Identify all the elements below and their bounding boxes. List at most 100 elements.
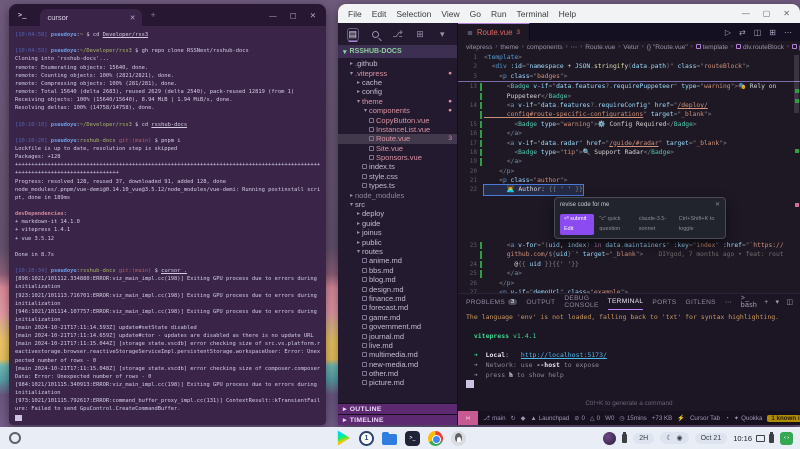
battery-time-pill[interactable]: 2H <box>633 433 654 444</box>
errors[interactable]: ⊘0 <box>574 415 585 422</box>
tree-item-journal-md[interactable]: journal.md <box>338 331 457 340</box>
breadcrumb-item[interactable]: {} "Route.vue" <box>647 44 688 51</box>
menu-view[interactable]: View <box>441 9 459 19</box>
editor-scrollbar[interactable] <box>793 53 800 293</box>
inline-ai-widget[interactable]: revise code for me✕⏎ submit Edit"c" quic… <box>554 197 726 239</box>
tree-item-anime-md[interactable]: anime.md <box>338 256 457 265</box>
tree-item-bbs-md[interactable]: bbs.md <box>338 266 457 275</box>
time-tracker[interactable]: ◷15mins <box>619 415 646 422</box>
tree-item-style-css[interactable]: style.css <box>338 172 457 181</box>
terminal-tab[interactable]: cursor ✕ <box>40 9 142 26</box>
breadcrumb-item[interactable]: components <box>527 44 563 51</box>
panel-tab-output[interactable]: OUTPUT <box>526 294 555 310</box>
search-icon[interactable] <box>370 28 381 41</box>
w0-indicator[interactable]: W0 <box>605 415 614 422</box>
chevron-down-icon[interactable]: ▾ <box>437 28 448 41</box>
tree-item-public[interactable]: ▸public <box>338 237 457 246</box>
remote-indicator[interactable]: ›‹ <box>458 411 478 425</box>
gitlens-icon[interactable]: ◆ <box>521 415 526 422</box>
menu-help[interactable]: Help <box>559 9 576 19</box>
split-terminal-icon[interactable]: ◫ <box>786 298 793 306</box>
menu-file[interactable]: File <box>348 9 362 19</box>
usage-icon[interactable]: ◔ <box>725 415 729 422</box>
workspace-root[interactable]: ▾ RSSHUB-DOCS <box>338 45 457 58</box>
git-branch[interactable]: ⎇main <box>483 415 506 422</box>
tree-item-finance-md[interactable]: finance.md <box>338 294 457 303</box>
app-one-password-icon[interactable]: 1 <box>359 431 374 446</box>
close-icon[interactable]: ✕ <box>310 11 316 20</box>
tree-item-types-ts[interactable]: types.ts <box>338 181 457 190</box>
terminal-dropdown-icon[interactable]: ▾ <box>776 298 780 306</box>
menu-selection[interactable]: Selection <box>396 9 431 19</box>
menu-edit[interactable]: Edit <box>372 9 387 19</box>
breadcrumb[interactable]: vitepress›theme›components›⋯›Route.vue›V… <box>458 41 800 53</box>
tree-item-picture-md[interactable]: picture.md <box>338 378 457 387</box>
tree-item-config[interactable]: ▸config <box>338 87 457 96</box>
shell-selector[interactable]: >_ bash <box>741 295 757 309</box>
tree-item-site-vue[interactable]: Site.vue <box>338 144 457 153</box>
app-linux-icon[interactable] <box>451 431 466 446</box>
sync-icon[interactable]: ↻ <box>511 415 516 422</box>
panel-tab-gitlens[interactable]: GITLENS <box>686 294 716 310</box>
ai-prompt-input[interactable]: revise code for me <box>560 201 609 210</box>
tree-item-node-modules[interactable]: ▸node_modules <box>338 190 457 199</box>
known-issue-badge[interactable]: 1 known issue <box>767 415 800 422</box>
tree-item-sponsors-vue[interactable]: Sponsors.vue <box>338 153 457 162</box>
minimize-icon[interactable]: — <box>269 11 277 20</box>
tree-item-guide[interactable]: ▸guide <box>338 219 457 228</box>
cursor-tab[interactable]: Cursor Tab <box>690 415 720 422</box>
open-preview-icon[interactable]: ◫ <box>754 28 762 37</box>
menu-go[interactable]: Go <box>470 9 481 19</box>
code-editor[interactable]: 1<template>2 <div :id="namespace + JSON.… <box>458 53 800 293</box>
zap-icon[interactable]: ⚡ <box>677 414 685 422</box>
model-label[interactable]: claude-3.5-sonnet <box>639 215 674 234</box>
breadcrumb-item[interactable]: div.routeBlock <box>736 44 784 51</box>
minimize-icon[interactable]: — <box>742 9 750 18</box>
breadcrumb-item[interactable]: template <box>696 44 728 51</box>
system-tray[interactable]: 2H ☾◉ Oct 21 10:16 ‹› <box>603 432 793 445</box>
tree-item-deploy[interactable]: ▸deploy <box>338 209 457 218</box>
launcher-button[interactable] <box>9 432 21 444</box>
close-icon[interactable]: ✕ <box>715 201 720 210</box>
menu-terminal[interactable]: Terminal <box>517 9 549 19</box>
date-pill[interactable]: Oct 21 <box>695 433 728 444</box>
avatar[interactable] <box>603 432 616 445</box>
submit-edit-button[interactable]: ⏎ submit Edit <box>560 214 594 235</box>
breadcrumb-item[interactable]: ⋯ <box>571 43 578 51</box>
sidebar-section-timeline[interactable]: ▸TIMELINE <box>338 414 457 425</box>
breadcrumb-item[interactable]: vitepress <box>466 44 492 51</box>
tree-item-game-md[interactable]: game.md <box>338 313 457 322</box>
tree-item-src[interactable]: ▾src <box>338 200 457 209</box>
breadcrumb-item[interactable]: Route.vue <box>585 44 615 51</box>
close-icon[interactable]: ✕ <box>783 9 790 18</box>
tree-item--github[interactable]: ▸.github <box>338 59 457 68</box>
tree-item-multimedia-md[interactable]: multimedia.md <box>338 350 457 359</box>
tree-item-instancelist-vue[interactable]: InstanceList.vue <box>338 125 457 134</box>
tree-item-government-md[interactable]: government.md <box>338 322 457 331</box>
sidebar-section-outline[interactable]: ▸OUTLINE <box>338 403 457 414</box>
maximize-icon[interactable]: ▢ <box>763 9 771 18</box>
maximize-icon[interactable]: ▢ <box>290 11 297 20</box>
tree-item-theme[interactable]: ▾theme● <box>338 97 457 106</box>
tree-item-route-vue[interactable]: Route.vue3 <box>338 134 457 143</box>
breadcrumb-item[interactable]: Vetur <box>623 44 638 51</box>
tree-item-joinus[interactable]: ▸joinus <box>338 228 457 237</box>
tree-item-forecast-md[interactable]: forecast.md <box>338 303 457 312</box>
warnings[interactable]: △0 <box>590 415 600 422</box>
new-tab-button[interactable]: + <box>150 10 155 20</box>
tab-route-vue[interactable]: ≣ Route.vue 3 <box>458 23 530 41</box>
split-editor-icon[interactable]: ⊞ <box>769 28 776 37</box>
source-control-icon[interactable]: ⎇ <box>392 28 403 41</box>
integrated-terminal[interactable]: The language 'env' is not loaded, fallin… <box>458 310 800 400</box>
run-button[interactable]: ▷ <box>725 28 731 37</box>
tree-item-other-md[interactable]: other.md <box>338 369 457 378</box>
notification-pill[interactable]: ☾◉ <box>660 432 688 444</box>
tree-item-routes[interactable]: ▾routes <box>338 247 457 256</box>
tree-item-cache[interactable]: ▸cache <box>338 78 457 87</box>
open-changes-icon[interactable]: ⇄ <box>739 28 746 37</box>
more-actions-icon[interactable]: ⋯ <box>784 28 792 37</box>
app-play-store-icon[interactable] <box>336 431 351 446</box>
tree-item--vitepress[interactable]: ▾.vitepress● <box>338 68 457 77</box>
extensions-icon[interactable]: ⊞ <box>414 28 425 41</box>
breadcrumb-item[interactable]: p.author <box>792 44 800 51</box>
